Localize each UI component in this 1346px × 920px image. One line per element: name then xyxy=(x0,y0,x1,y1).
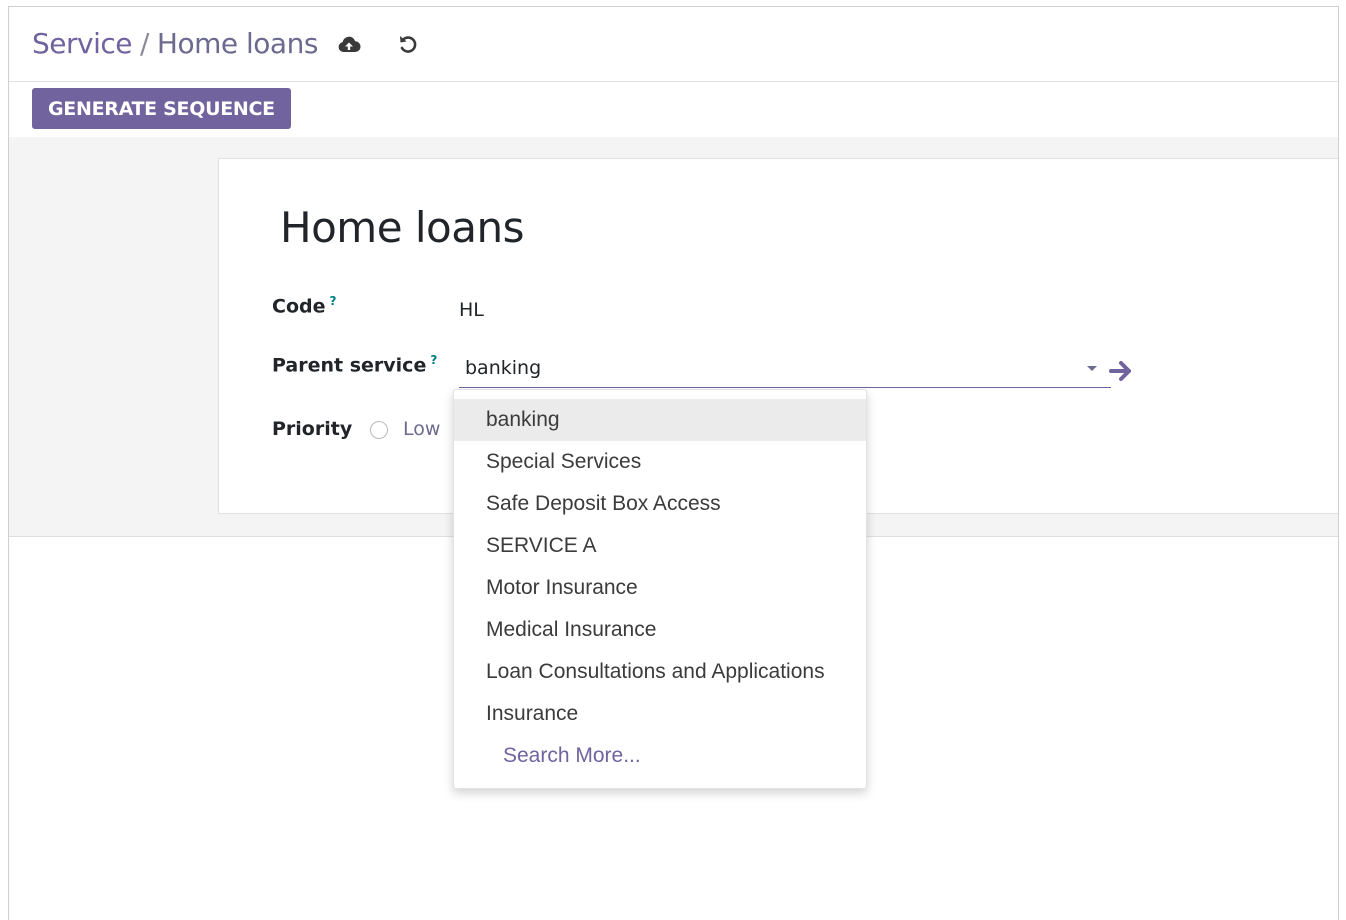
breadcrumb-row: Service / Home loans xyxy=(9,7,1338,82)
dropdown-item-loan-consultations[interactable]: Loan Consultations and Applications xyxy=(454,651,866,693)
code-label: Code? xyxy=(272,294,336,317)
code-label-text: Code xyxy=(272,295,326,318)
dropdown-item-motor-insurance[interactable]: Motor Insurance xyxy=(454,567,866,609)
undo-icon[interactable] xyxy=(397,33,419,55)
breadcrumb-service-link[interactable]: Service xyxy=(32,27,132,60)
dropdown-item-safe-deposit-box-access[interactable]: Safe Deposit Box Access xyxy=(454,483,866,525)
chevron-down-icon[interactable] xyxy=(1087,366,1097,371)
dropdown-item-banking[interactable]: banking xyxy=(454,399,866,441)
priority-label: Priority xyxy=(272,418,353,440)
search-more-link[interactable]: Search More... xyxy=(454,735,866,777)
parent-service-label-text: Parent service xyxy=(272,354,427,377)
dropdown-item-insurance[interactable]: Insurance xyxy=(454,693,866,735)
cloud-upload-icon[interactable] xyxy=(337,33,361,57)
generate-sequence-button[interactable]: GENERATE SEQUENCE xyxy=(32,88,291,129)
breadcrumb-current: Home loans xyxy=(156,27,319,60)
parent-service-input[interactable] xyxy=(459,348,1111,388)
parent-service-dropdown: banking Special Services Safe Deposit Bo… xyxy=(453,389,867,789)
parent-service-label: Parent service? xyxy=(272,353,437,376)
button-row: GENERATE SEQUENCE xyxy=(9,81,1338,138)
breadcrumb-separator: / xyxy=(139,27,149,60)
priority-low-radio[interactable] xyxy=(370,421,388,439)
record-title: Home loans xyxy=(280,203,525,252)
code-value: HL xyxy=(459,299,484,321)
dropdown-item-special-services[interactable]: Special Services xyxy=(454,441,866,483)
control-panel: Service / Home loans GENERATE SEQUENCE xyxy=(9,7,1338,138)
arrow-right-icon[interactable] xyxy=(1108,358,1136,384)
dropdown-item-medical-insurance[interactable]: Medical Insurance xyxy=(454,609,866,651)
breadcrumb: Service / Home loans xyxy=(32,27,318,60)
parent-service-help-icon[interactable]: ? xyxy=(430,353,437,367)
priority-low-label[interactable]: Low xyxy=(403,418,440,440)
code-help-icon[interactable]: ? xyxy=(329,294,336,308)
dropdown-item-service-a[interactable]: SERVICE A xyxy=(454,525,866,567)
